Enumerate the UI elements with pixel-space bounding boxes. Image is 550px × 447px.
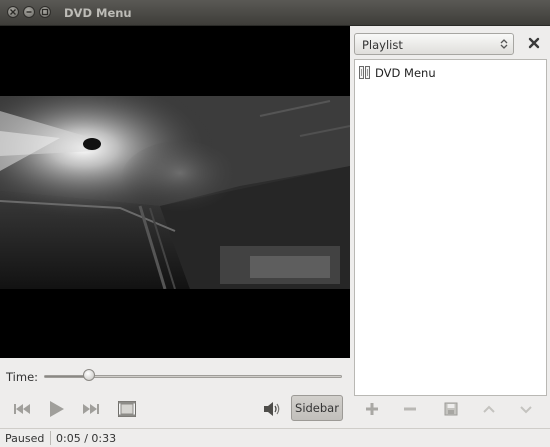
status-bar: Paused 0:05 / 0:33: [0, 428, 550, 447]
maximize-icon: [41, 8, 49, 16]
video-area[interactable]: [0, 26, 350, 358]
time-display: 0:05 / 0:33: [56, 432, 117, 445]
volume-icon: [264, 402, 280, 416]
updown-arrows-icon: [500, 39, 508, 49]
sidebar-toggle-button[interactable]: Sidebar: [291, 395, 343, 421]
sidebar-selector[interactable]: Playlist: [354, 33, 514, 55]
move-up-icon: [483, 405, 495, 413]
next-button[interactable]: [81, 400, 101, 418]
move-down-icon: [520, 406, 532, 414]
fullscreen-icon: [118, 401, 136, 417]
sidebar-selector-value: Playlist: [362, 38, 403, 52]
playlist-item-label: DVD Menu: [375, 66, 436, 80]
time-label: Time:: [6, 370, 39, 384]
add-button[interactable]: [364, 401, 380, 417]
close-icon: [528, 37, 540, 49]
save-button[interactable]: [443, 401, 459, 417]
title-bar: DVD Menu: [0, 0, 550, 26]
previous-icon: [14, 404, 30, 414]
seek-handle[interactable]: [82, 369, 95, 381]
previous-button[interactable]: [12, 400, 32, 418]
maximize-window-button[interactable]: [39, 6, 51, 18]
status-separator: [50, 431, 51, 445]
video-frame: [0, 96, 350, 289]
close-sidebar-button[interactable]: [526, 35, 542, 51]
close-window-button[interactable]: [7, 6, 19, 18]
add-icon: [366, 403, 378, 415]
disc-icon: [359, 66, 370, 79]
close-icon: [10, 9, 16, 15]
sidebar-pane: Playlist DVD Menu: [350, 26, 550, 426]
window-title: DVD Menu: [64, 6, 132, 20]
move-down-button[interactable]: [518, 401, 534, 417]
remove-icon: [404, 407, 416, 411]
remove-button[interactable]: [402, 401, 418, 417]
save-icon: [444, 402, 458, 416]
play-button[interactable]: [47, 400, 67, 418]
playlist-toolbar: [350, 398, 550, 420]
playlist: DVD Menu: [354, 59, 547, 396]
minimize-window-button[interactable]: [23, 6, 35, 18]
play-icon: [50, 401, 64, 417]
playback-controls: Sidebar: [0, 394, 350, 424]
seek-row: Time:: [0, 364, 350, 388]
next-icon: [83, 404, 99, 414]
playback-state: Paused: [5, 432, 45, 445]
volume-button[interactable]: [262, 400, 282, 418]
minimize-icon: [26, 11, 32, 13]
move-up-button[interactable]: [481, 401, 497, 417]
fullscreen-button[interactable]: [117, 400, 137, 418]
